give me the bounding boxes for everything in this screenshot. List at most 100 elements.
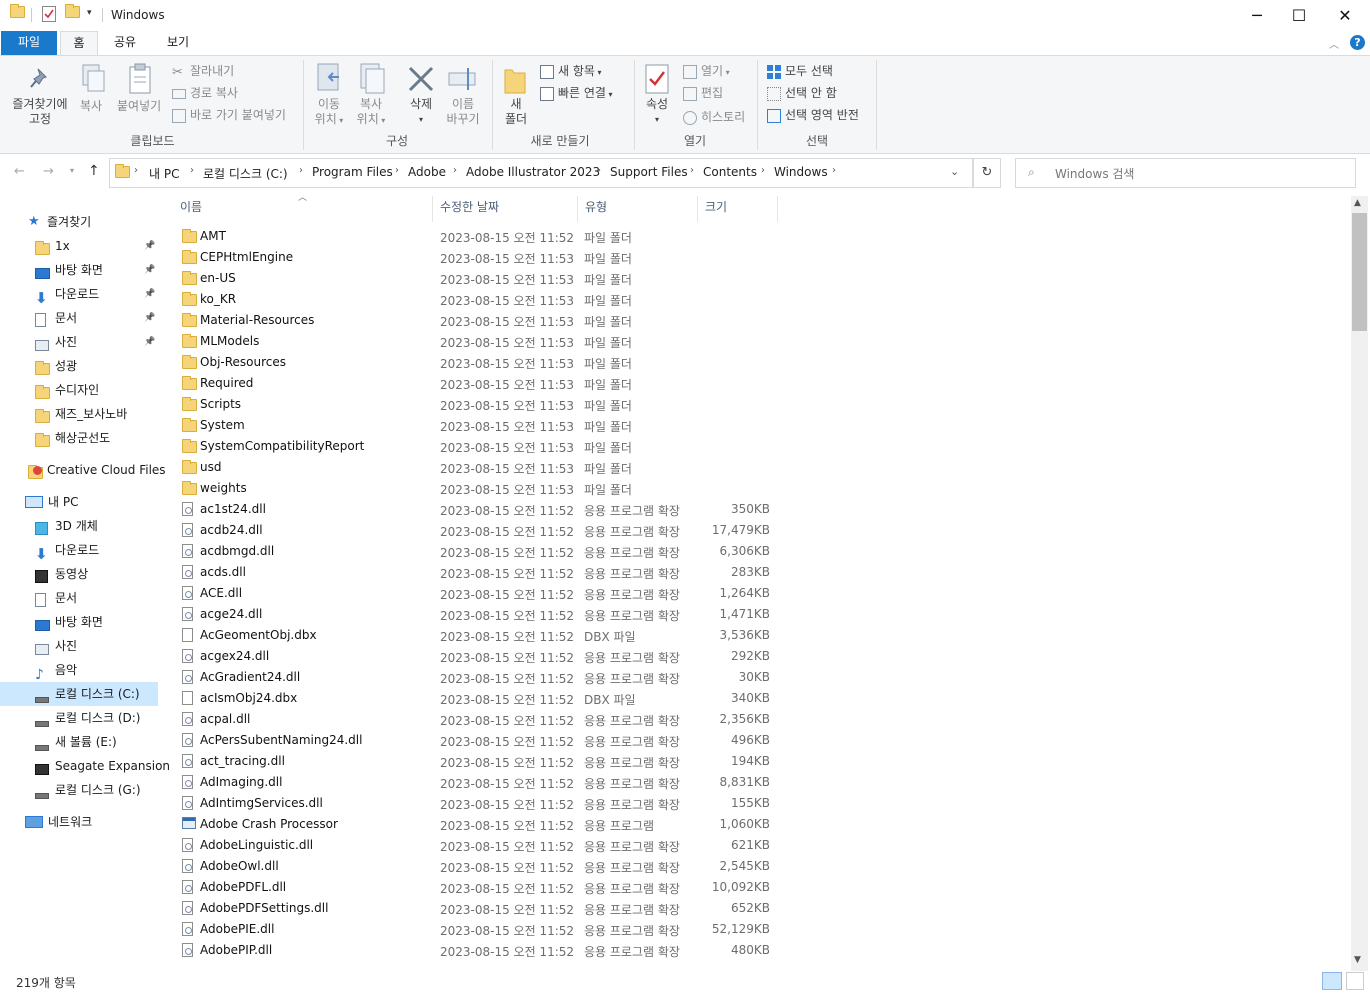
details-view-icon[interactable] (1322, 972, 1342, 990)
sidebar-item[interactable]: 수디자인 (0, 378, 158, 402)
file-row[interactable]: Adobe Crash Processor 2023-08-15 오전 11:52… (178, 814, 778, 835)
breadcrumb-program-files[interactable]: Program Files (312, 165, 393, 179)
file-row[interactable]: en-US 2023-08-15 오전 11:53 파일 폴더 (178, 268, 778, 289)
file-row[interactable]: acds.dll 2023-08-15 오전 11:52 응용 프로그램 확장 283… (178, 562, 778, 583)
breadcrumb-this-pc[interactable]: 내 PC (149, 165, 179, 182)
file-row[interactable]: MLModels 2023-08-15 오전 11:53 파일 폴더 (178, 331, 778, 352)
breadcrumb-support-files[interactable]: Support Files (610, 165, 688, 179)
sidebar-pc-item[interactable]: Seagate Expansion (0, 754, 170, 778)
sidebar-item[interactable]: 재즈_보사노바 (0, 402, 158, 426)
file-row[interactable]: acIsmObj24.dbx 2023-08-15 오전 11:52 DBX 파일 3… (178, 688, 778, 709)
file-row[interactable]: ACE.dll 2023-08-15 오전 11:52 응용 프로그램 확장 1,26… (178, 583, 778, 604)
sidebar-item[interactable]: 성광 (0, 354, 158, 378)
breadcrumb-adobe-illustrator-2023[interactable]: Adobe Illustrator 2023 (466, 165, 600, 179)
column-divider[interactable] (697, 196, 698, 222)
file-row[interactable]: AcGradient24.dll 2023-08-15 오전 11:52 응용 프로… (178, 667, 778, 688)
sidebar-pc-item[interactable]: 사진 (0, 634, 158, 658)
sidebar-item[interactable]: 바탕 화면 📌 (0, 258, 158, 282)
new-folder-quick-icon[interactable] (65, 4, 81, 22)
cut-button[interactable]: ✂ 잘라내기 (172, 62, 234, 80)
paste-shortcut-button[interactable]: 바로 가기 붙여넣기 (172, 106, 286, 123)
sidebar-pc-item[interactable]: 문서 (0, 586, 158, 610)
copy-button[interactable]: 복사 (80, 97, 102, 114)
file-row[interactable]: AdobeOwl.dll 2023-08-15 오전 11:52 응용 프로그램 확… (178, 856, 778, 877)
column-header-name[interactable]: 이름 (180, 196, 430, 222)
large-icons-view-icon[interactable] (1346, 972, 1364, 990)
sidebar-pc-item[interactable]: 로컬 디스크 (D:) (0, 706, 158, 730)
sidebar-item[interactable]: 1x 📌 (0, 234, 158, 258)
file-row[interactable]: ko_KR 2023-08-15 오전 11:53 파일 폴더 (178, 289, 778, 310)
file-row[interactable]: AdIntimgServices.dll 2023-08-15 오전 11:52 응… (178, 793, 778, 814)
minimize-button[interactable]: ─ (1234, 0, 1280, 31)
file-row[interactable]: Scripts 2023-08-15 오전 11:53 파일 폴더 (178, 394, 778, 415)
copy-to-button[interactable]: 복사 위치 ▾ (356, 97, 386, 128)
edit-button[interactable]: 편집 (683, 84, 723, 101)
chevron-right-icon[interactable]: › (453, 165, 457, 176)
pin-icon[interactable]: 📌 (144, 258, 155, 282)
file-row[interactable]: AdobePDFSettings.dll 2023-08-15 오전 11:52 응… (178, 898, 778, 919)
move-to-button[interactable]: 이동 위치 ▾ (314, 97, 344, 128)
column-divider[interactable] (577, 196, 578, 222)
sidebar-network[interactable]: 네트워크 (0, 810, 158, 834)
properties-quick-icon[interactable] (42, 6, 58, 22)
file-row[interactable]: AdobePIE.dll 2023-08-15 오전 11:52 응용 프로그램 확… (178, 919, 778, 940)
file-row[interactable]: usd 2023-08-15 오전 11:53 파일 폴더 (178, 457, 778, 478)
select-all-button[interactable]: 모두 선택 (767, 62, 833, 79)
recent-locations-icon[interactable]: ▾ (70, 166, 74, 175)
new-folder-button[interactable]: 새 폴더 (502, 97, 530, 127)
chevron-right-icon[interactable]: › (299, 165, 303, 176)
sidebar-pc-item[interactable]: 바탕 화면 (0, 610, 158, 634)
chevron-right-icon[interactable]: › (761, 165, 765, 176)
file-row[interactable]: weights 2023-08-15 오전 11:53 파일 폴더 (178, 478, 778, 499)
rename-button[interactable]: 이름 바꾸기 (445, 97, 481, 127)
tab-view[interactable]: 보기 (155, 31, 201, 55)
sidebar-item[interactable]: ⬇ 다운로드 📌 (0, 282, 158, 306)
tab-share[interactable]: 공유 (104, 31, 146, 55)
file-row[interactable]: ac1st24.dll 2023-08-15 오전 11:52 응용 프로그램 확장… (178, 499, 778, 520)
history-button[interactable]: 히스토리 (683, 108, 745, 125)
properties-button[interactable]: 속성 ▾ (643, 97, 671, 127)
file-row[interactable]: System 2023-08-15 오전 11:53 파일 폴더 (178, 415, 778, 436)
pin-icon[interactable]: 📌 (144, 234, 155, 258)
sidebar-pc-item[interactable]: 3D 개체 (0, 514, 158, 538)
file-row[interactable]: act_tracing.dll 2023-08-15 오전 11:52 응용 프로그… (178, 751, 778, 772)
collapse-ribbon-icon[interactable]: ︿ (1329, 36, 1339, 51)
file-row[interactable]: AcGeomentObj.dbx 2023-08-15 오전 11:52 DBX 파… (178, 625, 778, 646)
chevron-right-icon[interactable]: › (832, 165, 836, 176)
easy-access-button[interactable]: 빠른 연결 ▾ (540, 84, 613, 101)
pin-icon[interactable]: 📌 (144, 306, 155, 330)
sidebar-item[interactable]: 문서 📌 (0, 306, 158, 330)
file-row[interactable]: Material-Resources 2023-08-15 오전 11:53 파일 … (178, 310, 778, 331)
back-arrow-icon[interactable]: ← (14, 164, 25, 179)
sidebar-pc-item[interactable]: ⬇ 다운로드 (0, 538, 158, 562)
file-row[interactable]: SystemCompatibilityReport 2023-08-15 오전 1… (178, 436, 778, 457)
breadcrumb-windows[interactable]: Windows (774, 165, 828, 179)
sidebar-pc-item[interactable]: ♪ 음악 (0, 658, 158, 682)
column-divider[interactable] (432, 196, 433, 222)
chevron-right-icon[interactable]: › (395, 165, 399, 176)
sidebar-item[interactable]: 사진 📌 (0, 330, 158, 354)
breadcrumb-local-disk-c[interactable]: 로컬 디스크 (C:) (203, 165, 288, 182)
forward-arrow-icon[interactable]: → (43, 164, 54, 179)
breadcrumb-contents[interactable]: Contents (703, 165, 757, 179)
file-row[interactable]: CEPHtmlEngine 2023-08-15 오전 11:53 파일 폴더 (178, 247, 778, 268)
file-row[interactable]: AcPersSubentNaming24.dll 2023-08-15 오전 11… (178, 730, 778, 751)
tab-file[interactable]: 파일 (1, 31, 57, 55)
chevron-right-icon[interactable]: › (134, 165, 138, 176)
tab-home[interactable]: 홈 (60, 31, 98, 55)
file-row[interactable]: Obj-Resources 2023-08-15 오전 11:53 파일 폴더 (178, 352, 778, 373)
scrollbar-thumb[interactable] (1352, 213, 1367, 331)
file-row[interactable]: acpal.dll 2023-08-15 오전 11:52 응용 프로그램 확장 2,… (178, 709, 778, 730)
sidebar-pc-item[interactable]: 새 볼륨 (E:) (0, 730, 158, 754)
scroll-up-icon[interactable]: ▲ (1354, 198, 1361, 208)
chevron-right-icon[interactable]: › (690, 165, 694, 176)
search-input[interactable]: Windows 검색 (1055, 165, 1134, 182)
sidebar-creative-cloud[interactable]: Creative Cloud Files (0, 458, 166, 482)
help-icon[interactable]: ? (1350, 35, 1365, 50)
file-row[interactable]: acdb24.dll 2023-08-15 오전 11:52 응용 프로그램 확장 1… (178, 520, 778, 541)
invert-selection-button[interactable]: 선택 영역 반전 (767, 106, 859, 123)
refresh-icon[interactable]: ↻ (973, 158, 1001, 188)
chevron-right-icon[interactable]: › (190, 165, 194, 176)
pin-to-quick-access-button[interactable]: 즐겨찾기에 고정 (10, 97, 70, 127)
copy-path-button[interactable]: 경로 복사 (172, 84, 238, 101)
